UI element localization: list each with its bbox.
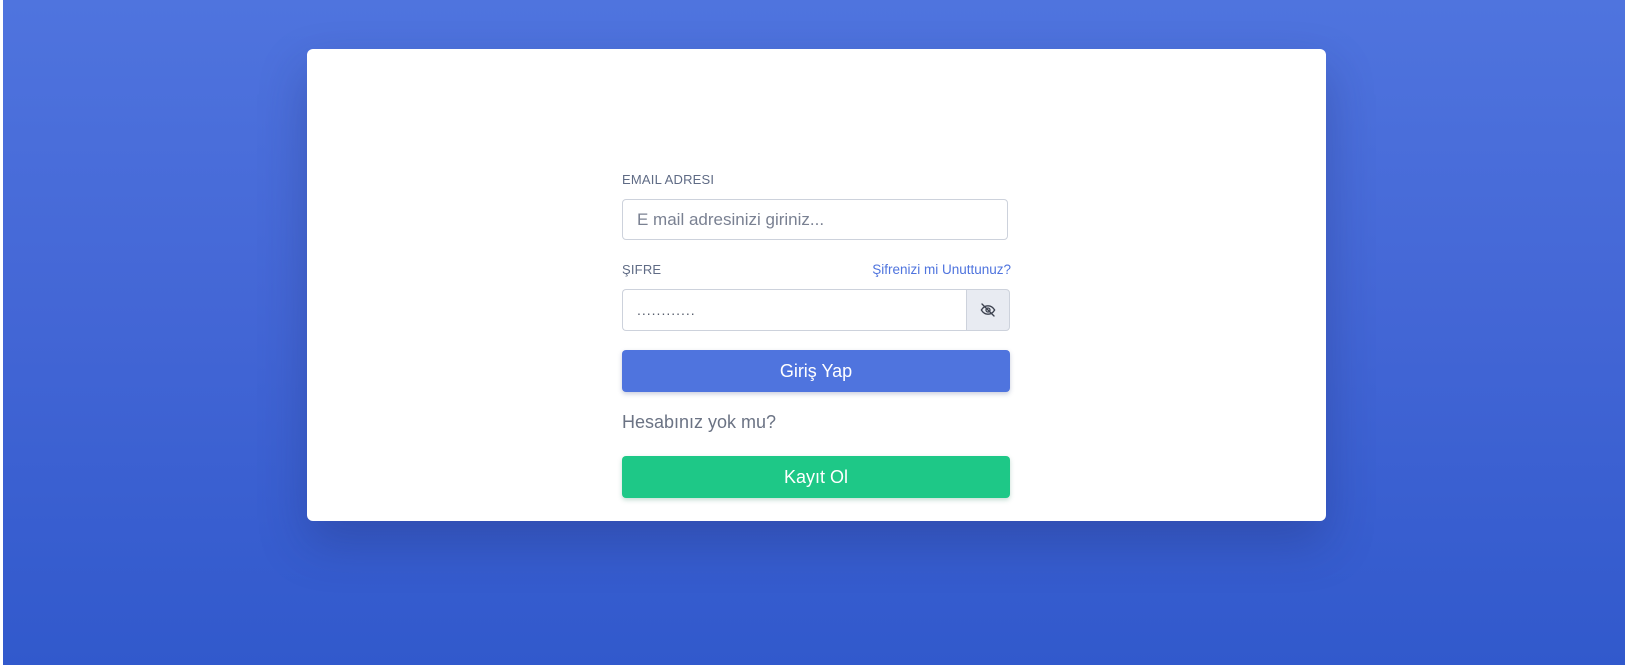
no-account-text: Hesabınız yok mu? — [622, 412, 777, 432]
password-input[interactable] — [622, 289, 966, 331]
forgot-password-link[interactable]: Şifrenizi mi Unuttunuz? — [872, 262, 1011, 277]
password-group — [622, 289, 1010, 331]
register-button[interactable]: Kayıt Ol — [622, 456, 1010, 498]
email-input[interactable] — [622, 199, 1008, 240]
login-card: EMAIL ADRESI ŞIFRE Şifrenizi mi Unuttunu… — [307, 49, 1326, 521]
toggle-password-visibility-button[interactable] — [966, 289, 1010, 331]
email-label: EMAIL ADRESI — [622, 172, 715, 187]
eye-off-icon — [980, 303, 996, 317]
password-label: ŞIFRE — [622, 262, 662, 277]
login-button[interactable]: Giriş Yap — [622, 350, 1010, 392]
